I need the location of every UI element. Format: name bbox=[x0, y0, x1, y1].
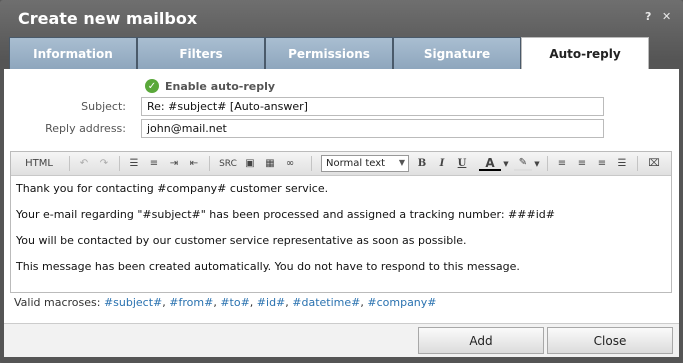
toolbar-divider bbox=[311, 156, 312, 171]
source-button[interactable]: SRC bbox=[217, 156, 239, 171]
link-icon[interactable]: ∞ bbox=[283, 156, 297, 171]
redo-icon[interactable]: ↷ bbox=[97, 156, 111, 171]
image-icon[interactable]: ▣ bbox=[243, 156, 257, 171]
title-bar: Create new mailbox ? ✕ bbox=[0, 0, 683, 36]
tab-signature[interactable]: Signature bbox=[393, 37, 521, 69]
dialog-footer: Add Close bbox=[4, 323, 679, 357]
macro-link[interactable]: #datetime# bbox=[292, 296, 360, 309]
align-left-icon[interactable]: ≡ bbox=[555, 156, 569, 171]
macro-link[interactable]: #id# bbox=[257, 296, 285, 309]
valid-macros: Valid macroses: #subject#, #from#, #to#,… bbox=[14, 296, 437, 309]
message-line: This message has been created automatica… bbox=[16, 260, 520, 273]
close-button[interactable]: Close bbox=[547, 327, 673, 354]
tab-bar: Information Filters Permissions Signatur… bbox=[9, 37, 675, 69]
message-line: You will be contacted by our customer se… bbox=[16, 234, 467, 247]
clear-format-icon[interactable]: ⌧ bbox=[647, 156, 661, 171]
dialog-title: Create new mailbox bbox=[18, 9, 198, 28]
subject-label: Subject: bbox=[81, 100, 126, 113]
chevron-down-icon: ▼ bbox=[398, 158, 405, 167]
message-line: Your e-mail regarding "#subject#" has be… bbox=[16, 208, 555, 221]
underline-button[interactable]: U bbox=[455, 156, 469, 171]
outdent-icon[interactable]: ⇤ bbox=[187, 156, 201, 171]
font-color-button[interactable]: A bbox=[479, 156, 501, 171]
bold-button[interactable]: B bbox=[415, 156, 429, 171]
align-justify-icon[interactable]: ☰ bbox=[615, 156, 629, 171]
message-body[interactable]: Thank you for contacting #company# custo… bbox=[11, 176, 671, 292]
tab-auto-reply[interactable]: Auto-reply bbox=[521, 37, 649, 69]
toolbar-divider bbox=[547, 156, 548, 171]
editor-toolbar: HTML ↶ ↷ ☰ ≡ ⇥ ⇤ SRC ▣ ▦ ∞ Normal text ▼ bbox=[11, 152, 671, 176]
format-select[interactable]: Normal text ▼ bbox=[321, 155, 409, 172]
macro-link[interactable]: #from# bbox=[169, 296, 213, 309]
toolbar-divider bbox=[637, 156, 638, 171]
macros-label: Valid macroses: bbox=[14, 296, 101, 309]
undo-icon[interactable]: ↶ bbox=[77, 156, 91, 171]
enable-auto-reply-label: Enable auto-reply bbox=[165, 79, 276, 93]
tab-filters[interactable]: Filters bbox=[137, 37, 265, 69]
align-right-icon[interactable]: ≡ bbox=[595, 156, 609, 171]
toolbar-divider bbox=[209, 156, 210, 171]
indent-icon[interactable]: ⇥ bbox=[167, 156, 181, 171]
html-mode-button[interactable]: HTML bbox=[19, 156, 59, 171]
message-editor: HTML ↶ ↷ ☰ ≡ ⇥ ⇤ SRC ▣ ▦ ∞ Normal text ▼ bbox=[10, 151, 672, 293]
message-line: Thank you for contacting #company# custo… bbox=[16, 182, 329, 195]
chevron-down-icon[interactable]: ▼ bbox=[533, 156, 541, 171]
numbered-list-icon[interactable]: ≡ bbox=[147, 156, 161, 171]
macro-link[interactable]: #subject# bbox=[104, 296, 162, 309]
auto-reply-panel: ✓ Enable auto-reply Subject: Re: #subjec… bbox=[4, 69, 679, 323]
tab-information[interactable]: Information bbox=[9, 37, 137, 69]
macro-link[interactable]: #to# bbox=[220, 296, 249, 309]
macro-link[interactable]: #company# bbox=[367, 296, 436, 309]
add-button[interactable]: Add bbox=[418, 327, 544, 354]
help-icon[interactable]: ? bbox=[645, 10, 651, 23]
enable-auto-reply-toggle[interactable]: ✓ Enable auto-reply bbox=[145, 79, 275, 93]
toolbar-divider bbox=[69, 156, 70, 171]
tab-permissions[interactable]: Permissions bbox=[265, 37, 393, 69]
close-icon[interactable]: ✕ bbox=[662, 10, 671, 23]
check-circle-icon: ✓ bbox=[145, 79, 159, 93]
highlight-color-icon[interactable]: ✎ bbox=[514, 156, 532, 171]
reply-address-input[interactable]: john@mail.net bbox=[141, 119, 604, 138]
reply-address-label: Reply address: bbox=[45, 122, 126, 135]
create-mailbox-dialog: Create new mailbox ? ✕ Information Filte… bbox=[0, 0, 683, 363]
table-icon[interactable]: ▦ bbox=[263, 156, 277, 171]
subject-input[interactable]: Re: #subject# [Auto-answer] bbox=[141, 97, 604, 116]
format-select-value: Normal text bbox=[326, 158, 386, 169]
bullet-list-icon[interactable]: ☰ bbox=[127, 156, 141, 171]
subject-row: Subject: Re: #subject# [Auto-answer] bbox=[4, 97, 679, 116]
italic-button[interactable]: I bbox=[435, 156, 449, 171]
toolbar-divider bbox=[119, 156, 120, 171]
chevron-down-icon[interactable]: ▼ bbox=[502, 156, 510, 171]
align-center-icon[interactable]: ≡ bbox=[575, 156, 589, 171]
reply-address-row: Reply address: john@mail.net bbox=[4, 119, 679, 138]
